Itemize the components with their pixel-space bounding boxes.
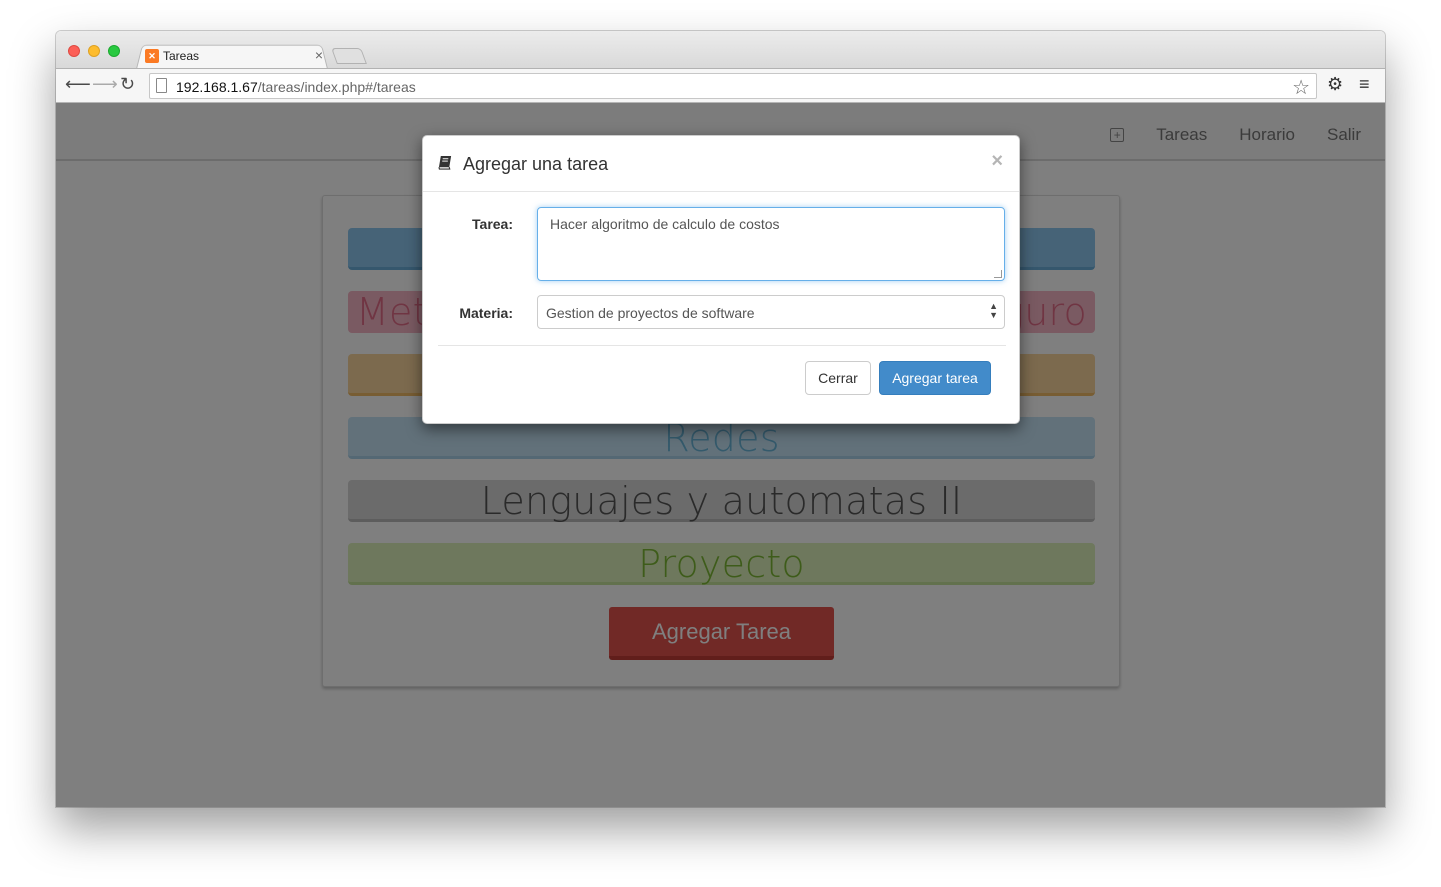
back-arrow-icon[interactable]: ⟵ <box>65 74 91 94</box>
reload-icon[interactable]: ↻ <box>120 74 135 94</box>
browser-window: ✕ Tareas × ⟵ ⟶ ↻ 192.168.1.67/tareas/ind… <box>56 31 1385 807</box>
close-window-icon[interactable] <box>68 45 80 57</box>
subject-select[interactable]: Gestion de proyectos de software ▲ ▼ <box>537 295 1005 329</box>
browser-tab-content: ✕ Tareas × <box>145 47 323 67</box>
resize-handle[interactable] <box>994 270 1002 278</box>
modal-footer-divider <box>438 345 1006 346</box>
add-task-modal: Agregar una tarea × Tarea: Hacer algorit… <box>422 135 1020 424</box>
url-host: 192.168.1.67 <box>176 79 258 95</box>
xampp-favicon-icon: ✕ <box>145 49 159 63</box>
close-button[interactable]: Cerrar <box>805 361 871 395</box>
task-label: Tarea: <box>472 216 513 232</box>
new-tab-button[interactable] <box>331 48 367 64</box>
bookmark-star-icon[interactable]: ☆ <box>1292 75 1310 100</box>
task-textarea[interactable]: Hacer algoritmo de calculo de costos <box>537 207 1005 281</box>
tab-close-icon[interactable]: × <box>315 47 323 63</box>
url-text[interactable]: 192.168.1.67/tareas/index.php#/tareas <box>176 79 416 95</box>
maximize-window-icon[interactable] <box>108 45 120 57</box>
tab-title: Tareas <box>163 49 200 63</box>
menu-icon[interactable]: ≡ <box>1359 74 1370 95</box>
modal-title: Agregar una tarea <box>463 154 609 174</box>
forward-arrow-icon[interactable]: ⟶ <box>92 74 118 94</box>
subject-label: Materia: <box>459 305 513 321</box>
select-updown-icon: ▲ ▼ <box>989 301 998 320</box>
tab-strip: ✕ Tareas × <box>56 31 1385 69</box>
modal-close-icon[interactable]: × <box>991 150 1003 173</box>
page-viewport: + Tareas Horario Salir Met guro Redes Le… <box>56 103 1385 807</box>
browser-toolbar: ⟵ ⟶ ↻ 192.168.1.67/tareas/index.php#/tar… <box>56 68 1385 103</box>
book-icon <box>438 155 452 170</box>
page-icon <box>156 78 167 93</box>
submit-task-button[interactable]: Agregar tarea <box>879 361 991 395</box>
address-bar[interactable]: 192.168.1.67/tareas/index.php#/tareas ☆ <box>149 73 1317 99</box>
subject-select-value: Gestion de proyectos de software <box>546 305 755 321</box>
settings-gear-icon[interactable]: ⚙ <box>1327 74 1343 95</box>
modal-header: Agregar una tarea × <box>423 136 1019 192</box>
url-path: /tareas/index.php#/tareas <box>257 79 416 95</box>
minimize-window-icon[interactable] <box>88 45 100 57</box>
task-text: Hacer algoritmo de calculo de costos <box>550 216 780 232</box>
